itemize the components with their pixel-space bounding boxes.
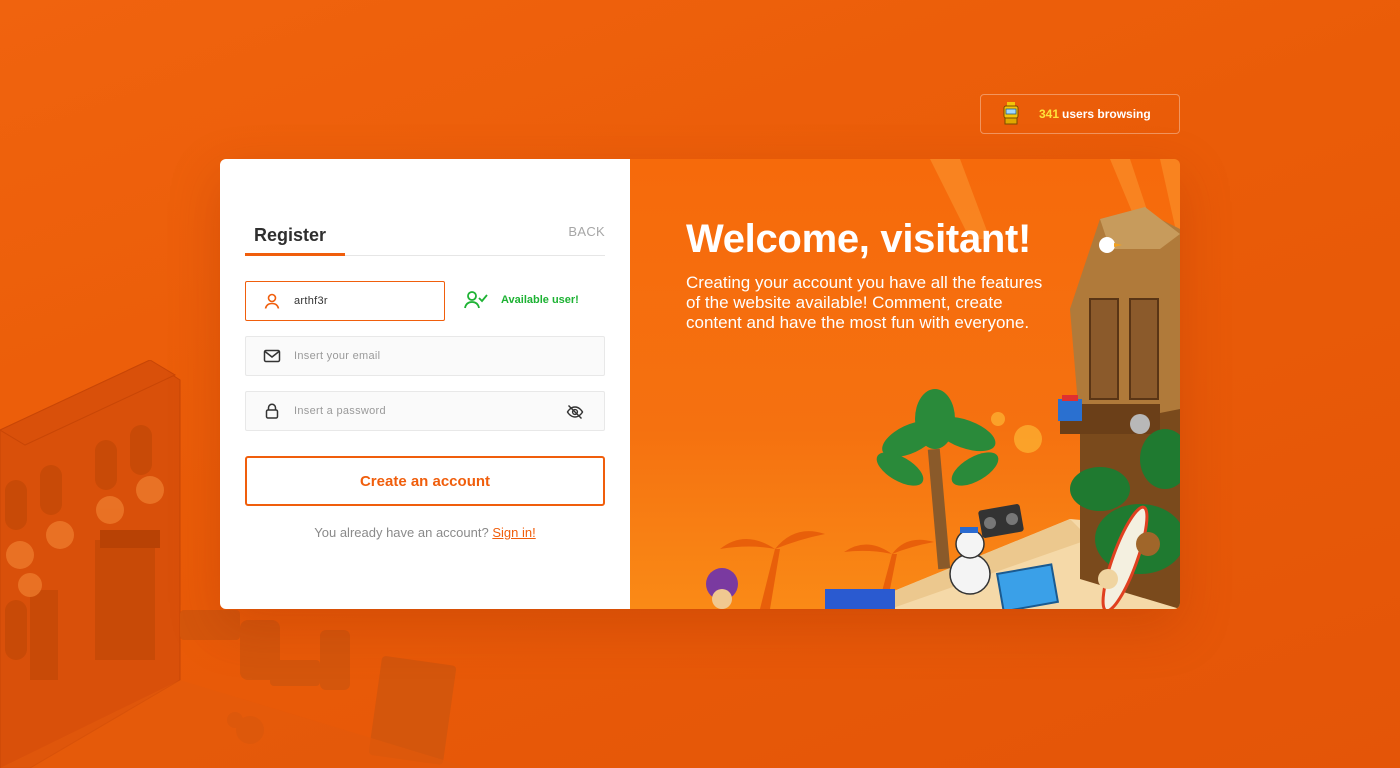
create-account-button[interactable]: Create an account xyxy=(245,456,605,506)
username-status: Available user! xyxy=(464,290,579,310)
robot-icon xyxy=(1003,102,1019,125)
password-input[interactable] xyxy=(294,405,534,417)
signin-prompt-row: You already have an account? Sign in! xyxy=(220,525,630,540)
eye-off-icon[interactable] xyxy=(566,403,584,421)
email-field[interactable] xyxy=(245,336,605,376)
username-status-text: Available user! xyxy=(501,294,579,306)
signin-link[interactable]: Sign in! xyxy=(492,525,535,540)
users-browsing-badge: 341 users browsing xyxy=(980,94,1180,134)
tab-register[interactable]: Register xyxy=(245,221,345,256)
welcome-panel: Welcome, visitant! Creating your account… xyxy=(630,159,1180,609)
back-link[interactable]: BACK xyxy=(568,224,605,239)
users-count: 341 xyxy=(1039,107,1060,121)
welcome-description: Creating your account you have all the f… xyxy=(686,273,1043,332)
register-card: Register BACK Available user! xyxy=(220,159,1180,609)
welcome-title: Welcome, visitant! xyxy=(686,217,1032,261)
form-tabs: Register BACK xyxy=(245,221,605,256)
signin-prompt: You already have an account? xyxy=(314,525,489,540)
users-label: users browsing xyxy=(1062,107,1151,121)
user-check-icon xyxy=(464,291,488,309)
password-field[interactable] xyxy=(245,391,605,431)
mail-icon xyxy=(263,349,281,363)
email-input[interactable] xyxy=(294,350,534,362)
username-field[interactable] xyxy=(245,281,445,321)
username-input[interactable] xyxy=(294,295,424,307)
user-icon xyxy=(264,293,280,309)
register-panel: Register BACK Available user! xyxy=(220,159,630,609)
lock-icon xyxy=(265,403,279,419)
